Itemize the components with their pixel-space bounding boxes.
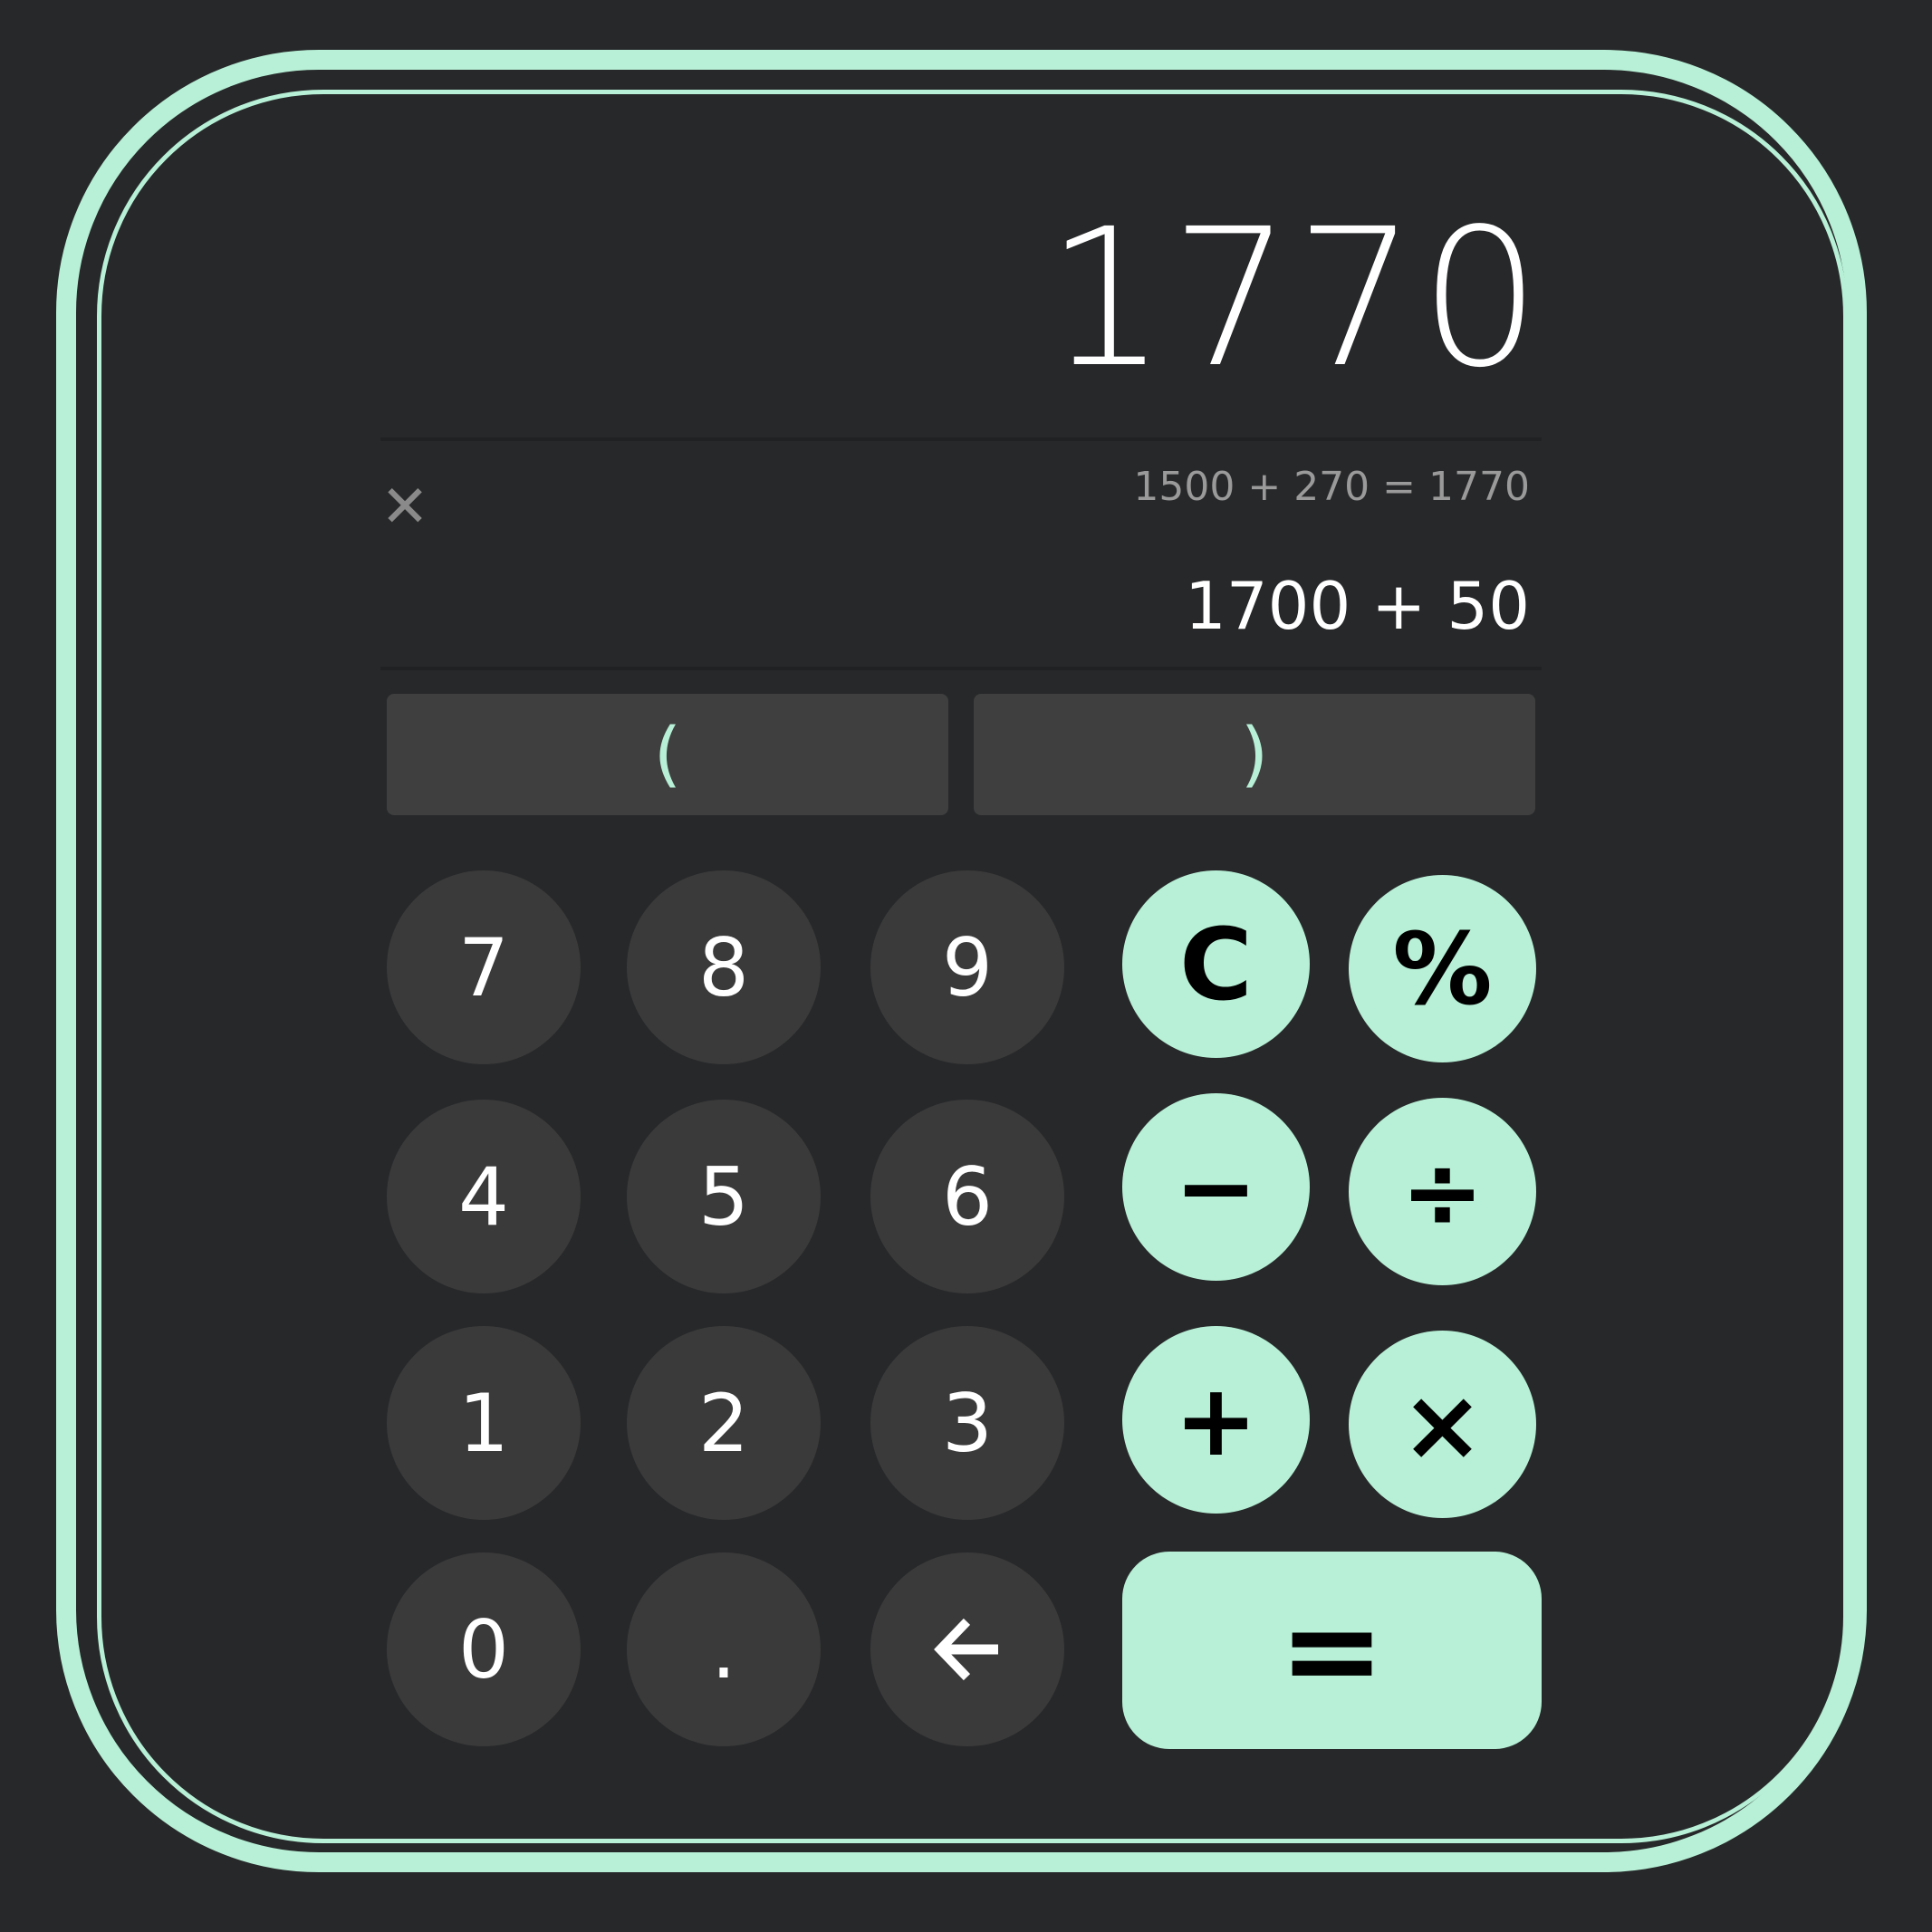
key-2[interactable]: 2 [627, 1326, 821, 1520]
close-icon[interactable]: ✕ [380, 478, 429, 536]
equals-button[interactable]: = [1122, 1552, 1542, 1749]
percent-button[interactable]: % [1349, 875, 1536, 1062]
display-divider-bottom [380, 667, 1542, 670]
key-4[interactable]: 4 [387, 1100, 581, 1293]
history-entry: 1500 + 270 = 1770 [1133, 464, 1530, 510]
backspace-button[interactable] [870, 1552, 1064, 1746]
backspace-arrow-icon [931, 1618, 1004, 1681]
plus-button[interactable]: + [1122, 1326, 1310, 1514]
key-3[interactable]: 3 [870, 1326, 1064, 1520]
close-paren-button[interactable]: ) [974, 694, 1535, 815]
key-0[interactable]: 0 [387, 1552, 581, 1746]
multiply-button[interactable]: × [1349, 1331, 1536, 1518]
display-divider-top [380, 437, 1542, 441]
open-paren-button[interactable]: ( [387, 694, 948, 815]
key-1[interactable]: 1 [387, 1326, 581, 1520]
key-7[interactable]: 7 [387, 870, 581, 1064]
result-display: 1770 [1045, 187, 1544, 409]
minus-button[interactable]: − [1122, 1093, 1310, 1281]
key-9[interactable]: 9 [870, 870, 1064, 1064]
key-6[interactable]: 6 [870, 1100, 1064, 1293]
key-8[interactable]: 8 [627, 870, 821, 1064]
divide-button[interactable]: ÷ [1349, 1098, 1536, 1285]
key-decimal[interactable]: . [627, 1552, 821, 1746]
expression-input: 1700 + 50 [1185, 568, 1530, 644]
clear-button[interactable]: C [1122, 870, 1310, 1058]
key-5[interactable]: 5 [627, 1100, 821, 1293]
